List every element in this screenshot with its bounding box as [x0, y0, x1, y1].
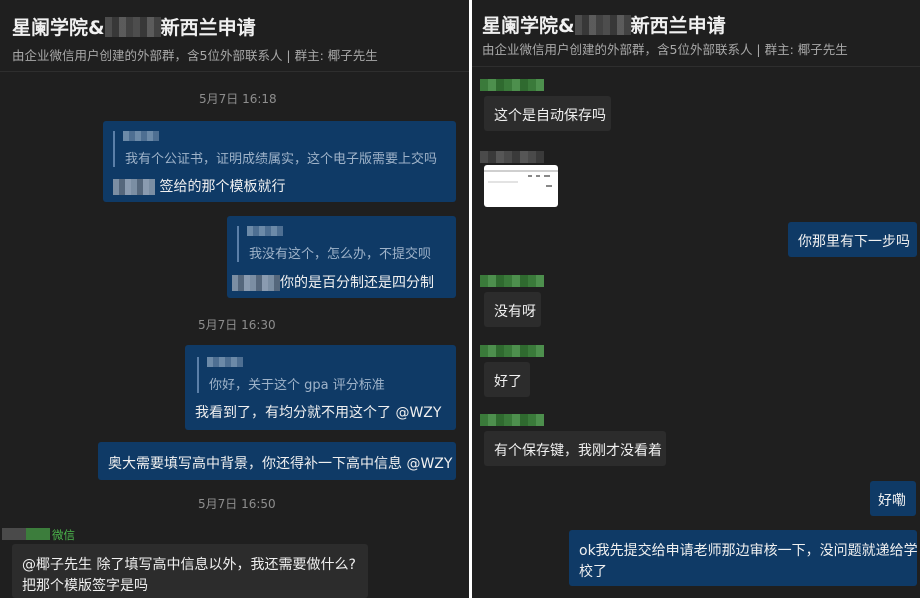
- incoming-message[interactable]: @椰子先生 除了填写高中信息以外，我还需要做什么? 把那个模版签字是吗: [12, 544, 368, 598]
- left-chat-window: 星阑学院& 新西兰申请 由企业微信用户创建的外部群，含5位外部联系人 | 群主: …: [0, 0, 469, 598]
- outgoing-message[interactable]: 你好，关于这个 gpa 评分标准 我看到了，有均分就不用这个了 @WZY: [185, 345, 456, 430]
- group-subtitle: 由企业微信用户创建的外部群，含5位外部联系人 | 群主: 椰子先生: [12, 48, 378, 63]
- redacted-mention: [113, 179, 155, 195]
- group-title[interactable]: 星阑学院& 新西兰申请: [12, 13, 256, 40]
- group-title[interactable]: 星阑学院& 新西兰申请: [482, 11, 726, 38]
- quoted-message[interactable]: 我有个公证书，证明成绩属实，这个电子版需要上交吗: [113, 131, 443, 167]
- redacted-quote-author: [207, 357, 243, 367]
- redacted-name: [104, 16, 161, 37]
- quoted-message[interactable]: 你好，关于这个 gpa 评分标准: [197, 357, 447, 393]
- timestamp: 5月7日 16:50: [198, 497, 276, 511]
- outgoing-message[interactable]: 奥大需要填写高中背景，你还得补一下高中信息 @WZY: [98, 442, 456, 480]
- wechat-source-tag: 微信: [52, 528, 75, 542]
- quoted-message[interactable]: 我没有这个，怎么办，不提交呗: [237, 226, 442, 262]
- redacted-sender-name[interactable]: [480, 275, 544, 287]
- chat-header: 星阑学院& 新西兰申请 由企业微信用户创建的外部群，含5位外部联系人 | 群主: …: [0, 0, 469, 72]
- outgoing-message[interactable]: ok我先提交给申请老师那边审核一下，没问题就递给学 校了: [569, 530, 918, 586]
- incoming-message[interactable]: 没有呀: [484, 292, 541, 327]
- image-message[interactable]: [484, 165, 558, 207]
- timestamp: 5月7日 16:30: [198, 318, 276, 332]
- redacted-sender-name[interactable]: [480, 151, 544, 163]
- redacted-sender-name[interactable]: [480, 79, 544, 91]
- timestamp: 5月7日 16:18: [199, 92, 277, 106]
- redacted-quote-author: [247, 226, 283, 236]
- redacted-name: [574, 14, 631, 35]
- group-subtitle: 由企业微信用户创建的外部群，含5位外部联系人 | 群主: 椰子先生: [482, 42, 848, 57]
- outgoing-message[interactable]: 好嘞: [870, 481, 916, 516]
- outgoing-message[interactable]: 你那里有下一步吗: [788, 222, 917, 257]
- redacted-quote-author: [123, 131, 159, 141]
- incoming-message[interactable]: 好了: [484, 362, 530, 397]
- redacted-sender-name[interactable]: [480, 414, 544, 426]
- outgoing-message[interactable]: 我没有这个，怎么办，不提交呗 你的是百分制还是四分制: [227, 216, 456, 298]
- redacted-sender-name[interactable]: [2, 528, 50, 540]
- redacted-sender-name[interactable]: [480, 345, 544, 357]
- chat-header: 星阑学院& 新西兰申请 由企业微信用户创建的外部群，含5位外部联系人 | 群主: …: [472, 0, 920, 67]
- incoming-message[interactable]: 有个保存键，我刚才没看着: [484, 431, 666, 466]
- incoming-message[interactable]: 这个是自动保存吗: [484, 96, 611, 131]
- redacted-mention: [232, 275, 280, 291]
- right-chat-window: 星阑学院& 新西兰申请 由企业微信用户创建的外部群，含5位外部联系人 | 群主: …: [472, 0, 920, 598]
- outgoing-message[interactable]: 我有个公证书，证明成绩属实，这个电子版需要上交吗 签给的那个模板就行: [103, 121, 456, 202]
